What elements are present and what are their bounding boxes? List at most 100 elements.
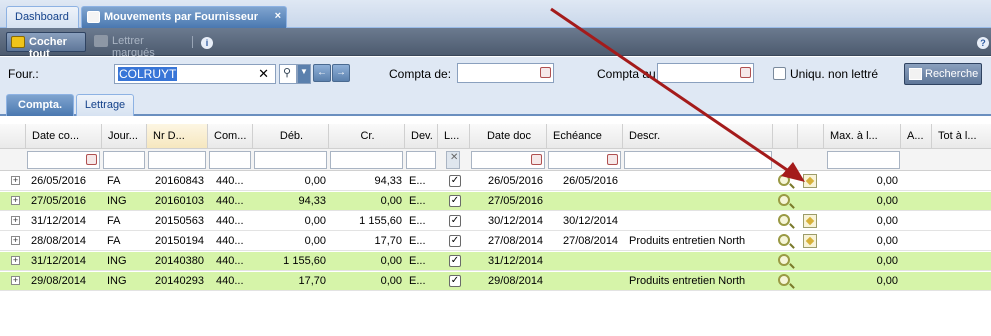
cell-docdate: 26/05/2016: [488, 175, 544, 187]
column-header-currency[interactable]: Dev.: [405, 124, 438, 149]
unlettered-label: Uniqu. non lettré: [790, 67, 879, 81]
clear-icon[interactable]: ✕: [258, 66, 269, 82]
next-supplier-button[interactable]: →: [332, 64, 350, 82]
due-date-filter[interactable]: [548, 151, 621, 169]
letter-marked-button[interactable]: Lettrer marqués: [90, 32, 190, 59]
prev-supplier-button[interactable]: ←: [313, 64, 331, 82]
lettered-checkbox[interactable]: ✓: [449, 215, 461, 227]
description-filter[interactable]: [624, 151, 772, 169]
currency-filter[interactable]: [406, 151, 436, 169]
column-header-date[interactable]: Date co...: [26, 124, 102, 149]
cell-deb: 17,70: [298, 275, 326, 287]
view-detail-icon[interactable]: [778, 254, 790, 266]
expand-icon[interactable]: +: [11, 236, 20, 245]
lettered-filter-clear[interactable]: ✕: [446, 151, 460, 169]
calendar-icon[interactable]: [531, 154, 542, 165]
view-detail-icon[interactable]: [778, 214, 790, 226]
column-header-credit[interactable]: Cr.: [329, 124, 405, 149]
column-header-letter: [798, 124, 824, 149]
filter-bar: Four.: COLRUYT ✕ ⚲ ▼ Compta de: Compta a…: [0, 57, 991, 91]
cell-journal: FA: [107, 175, 121, 187]
column-header-total[interactable]: Tot à l...: [932, 124, 991, 149]
account-to-input[interactable]: [657, 63, 754, 83]
info-icon[interactable]: i: [201, 37, 213, 49]
expand-icon[interactable]: +: [11, 256, 20, 265]
help-icon[interactable]: ?: [977, 37, 989, 49]
doc-date-filter[interactable]: [471, 151, 545, 169]
table-row[interactable]: +26/05/2016 FA 20160843 440... 0,00 94,33 E...…: [0, 172, 991, 191]
table-row[interactable]: +27/05/2016 ING 20160103 440... 94,33 0,00 E..…: [0, 192, 991, 211]
column-header-description[interactable]: Descr.: [623, 124, 773, 149]
calendar-icon[interactable]: [607, 154, 618, 165]
cell-journal: FA: [107, 215, 121, 227]
cell-deb: 0,00: [304, 235, 326, 247]
account-from-input[interactable]: [457, 63, 554, 83]
lettered-checkbox[interactable]: ✓: [449, 175, 461, 187]
tab-accounting[interactable]: Compta.: [6, 94, 74, 116]
letter-icon[interactable]: [803, 234, 817, 248]
expand-icon[interactable]: +: [11, 176, 20, 185]
column-header-debit[interactable]: Déb.: [253, 124, 329, 149]
cell-dev: E...: [409, 235, 426, 247]
tab-dashboard[interactable]: Dashboard: [6, 6, 79, 28]
cell-nr: 20150194: [155, 235, 204, 247]
table-row[interactable]: +28/08/2014 FA 20150194 440... 0,00 17,70 E...…: [0, 232, 991, 251]
column-header-doc-date[interactable]: Date doc: [470, 124, 547, 149]
column-header-lettered[interactable]: L...: [438, 124, 470, 149]
search-button[interactable]: Recherche: [904, 63, 982, 85]
column-header-journal[interactable]: Jour...: [102, 124, 147, 149]
column-header-nr[interactable]: Nr D...: [147, 124, 208, 149]
letter-icon[interactable]: [803, 174, 817, 188]
lettered-checkbox[interactable]: ✓: [449, 235, 461, 247]
cell-journal: ING: [107, 275, 127, 287]
cell-dev: E...: [409, 255, 426, 267]
calendar-icon[interactable]: [540, 67, 551, 78]
table-row[interactable]: +31/12/2014 FA 20150563 440... 0,00 1 155,60 E…: [0, 212, 991, 231]
lettered-checkbox[interactable]: ✓: [449, 195, 461, 207]
com-filter[interactable]: [209, 151, 251, 169]
cell-max: 0,00: [876, 275, 898, 287]
credit-filter[interactable]: [330, 151, 403, 169]
max-filter[interactable]: [827, 151, 900, 169]
supplier-search-button[interactable]: ⚲: [279, 64, 297, 84]
expand-icon[interactable]: +: [11, 276, 20, 285]
tab-mouvements-fournisseur[interactable]: Mouvements par Fournisseur ×: [81, 6, 287, 28]
account-from-label: Compta de:: [389, 67, 452, 81]
expand-icon[interactable]: +: [11, 196, 20, 205]
supplier-input[interactable]: COLRUYT ✕: [114, 64, 276, 84]
column-header-a[interactable]: A...: [901, 124, 932, 149]
table-row[interactable]: +29/08/2014 ING 20140293 440... 17,70 0,00 E..…: [0, 272, 991, 291]
lettered-checkbox[interactable]: ✓: [449, 275, 461, 287]
cell-com: 440...: [216, 215, 244, 227]
column-header-due-date[interactable]: Echéance: [547, 124, 623, 149]
view-detail-icon[interactable]: [778, 234, 790, 246]
view-detail-icon[interactable]: [778, 274, 790, 286]
tab-lettering[interactable]: Lettrage: [76, 94, 134, 116]
calendar-icon[interactable]: [86, 154, 97, 165]
lettered-checkbox[interactable]: ✓: [449, 255, 461, 267]
supplier-dropdown[interactable]: ▼: [297, 64, 311, 84]
magnifier-icon: ⚲: [283, 67, 292, 79]
date-filter[interactable]: [27, 151, 100, 169]
check-all-button[interactable]: Cocher tout: [6, 32, 86, 60]
view-detail-icon[interactable]: [778, 194, 790, 206]
expand-icon[interactable]: +: [11, 216, 20, 225]
journal-filter[interactable]: [103, 151, 145, 169]
unlettered-checkbox[interactable]: [773, 67, 786, 80]
close-icon[interactable]: ×: [275, 10, 281, 22]
cell-docdate: 27/08/2014: [488, 235, 544, 247]
calendar-icon[interactable]: [740, 67, 751, 78]
debit-filter[interactable]: [254, 151, 327, 169]
table-row[interactable]: +31/12/2014 ING 20140380 440... 1 155,60 0,00…: [0, 252, 991, 271]
column-header-com[interactable]: Com...: [208, 124, 253, 149]
view-detail-icon[interactable]: [778, 174, 790, 186]
column-header-max[interactable]: Max. à l...: [824, 124, 901, 149]
cell-due: 26/05/2016: [563, 175, 619, 187]
toolbar: Cocher tout Lettrer marqués i ?: [0, 28, 991, 60]
cell-dev: E...: [409, 275, 426, 287]
nr-filter[interactable]: [148, 151, 206, 169]
letter-icon[interactable]: [803, 214, 817, 228]
toolbar-separator: [192, 36, 193, 48]
filter-row: ✕: [0, 149, 991, 171]
cell-date: 27/05/2016: [31, 195, 87, 207]
